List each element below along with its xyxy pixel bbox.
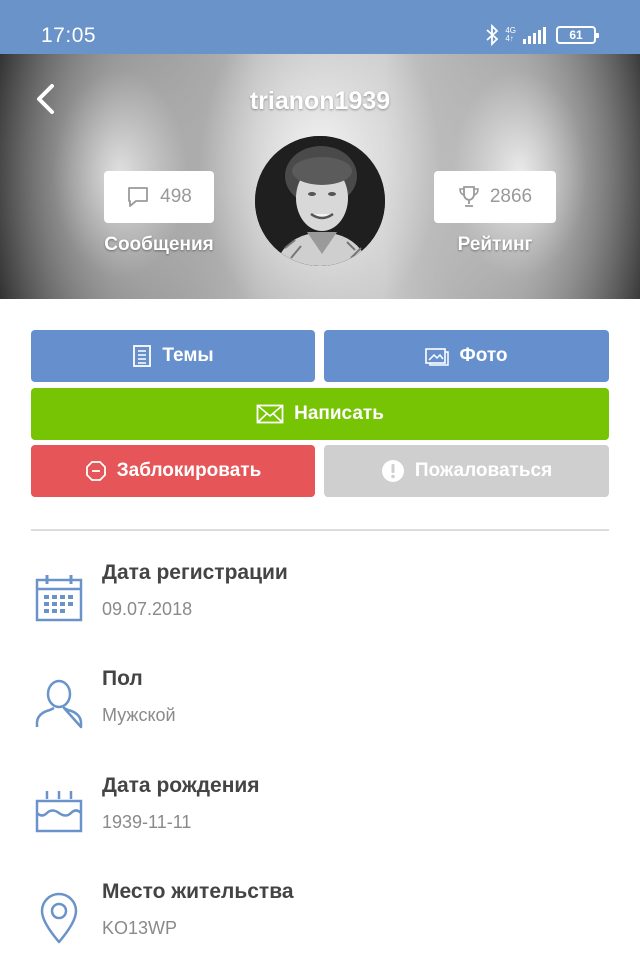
write-message-button[interactable]: Написать xyxy=(31,388,609,440)
info-title: Пол xyxy=(102,667,143,690)
info-title: Место жительства xyxy=(102,880,294,903)
info-gender: Пол Мужской xyxy=(0,667,640,757)
block-button[interactable]: Заблокировать xyxy=(31,445,315,497)
avatar-photo xyxy=(255,136,385,266)
envelope-icon xyxy=(256,404,284,424)
user-icon xyxy=(35,679,83,729)
info-value: Мужской xyxy=(102,705,176,725)
photo-label: Фото xyxy=(459,345,508,366)
messages-label: Сообщения xyxy=(104,234,214,255)
image-icon xyxy=(425,348,450,366)
write-label: Написать xyxy=(294,403,384,424)
topics-button[interactable]: Темы xyxy=(31,330,315,382)
info-registration-date: Дата регистрации 09.07.2018 xyxy=(0,561,640,651)
messages-count: 498 xyxy=(160,186,192,207)
status-bar: 17:05 4G 4↑ 61 xyxy=(0,0,640,54)
document-icon xyxy=(133,345,152,367)
block-label: Заблокировать xyxy=(116,460,262,481)
topics-label: Темы xyxy=(162,345,214,366)
info-location: Место жительства KO13WP xyxy=(0,880,640,955)
info-title: Дата регистрации xyxy=(102,561,288,584)
info-value: 09.07.2018 xyxy=(102,599,193,619)
messages-count-box[interactable]: 498 xyxy=(104,171,214,223)
status-time: 17:05 xyxy=(41,24,97,47)
bluetooth-icon xyxy=(486,24,499,46)
page-title: trianon1939 xyxy=(249,87,391,115)
battery-level: 61 xyxy=(569,28,583,42)
status-icons: 4G 4↑ 61 xyxy=(485,22,599,48)
octagon-block-icon xyxy=(85,461,106,481)
info-value: KO13WP xyxy=(102,918,178,938)
divider xyxy=(31,529,609,531)
report-button[interactable]: Пожаловаться xyxy=(324,445,609,497)
rating-label: Рейтинг xyxy=(457,234,533,255)
trophy-icon xyxy=(459,186,479,207)
location-pin-icon xyxy=(40,892,78,944)
exclamation-circle-icon xyxy=(381,460,404,482)
report-label: Пожаловаться xyxy=(414,460,553,481)
speech-bubble-icon xyxy=(128,187,149,207)
cake-icon xyxy=(35,791,83,833)
calendar-icon xyxy=(35,575,83,622)
photo-button[interactable]: Фото xyxy=(324,330,609,382)
battery-icon: 61 xyxy=(556,26,599,44)
rating-count: 2866 xyxy=(489,186,533,207)
avatar[interactable] xyxy=(255,136,385,266)
info-title: Дата рождения xyxy=(102,774,260,797)
info-value: 1939-11-11 xyxy=(102,812,192,832)
rating-count-box[interactable]: 2866 xyxy=(434,171,556,223)
profile-header: trianon1939 498 Сообщения 2866 Рейтинг xyxy=(0,54,640,299)
signal-icon xyxy=(523,26,546,44)
network-type: 4G 4↑ xyxy=(505,26,516,43)
info-birth-date: Дата рождения 1939-11-11 xyxy=(0,774,640,864)
